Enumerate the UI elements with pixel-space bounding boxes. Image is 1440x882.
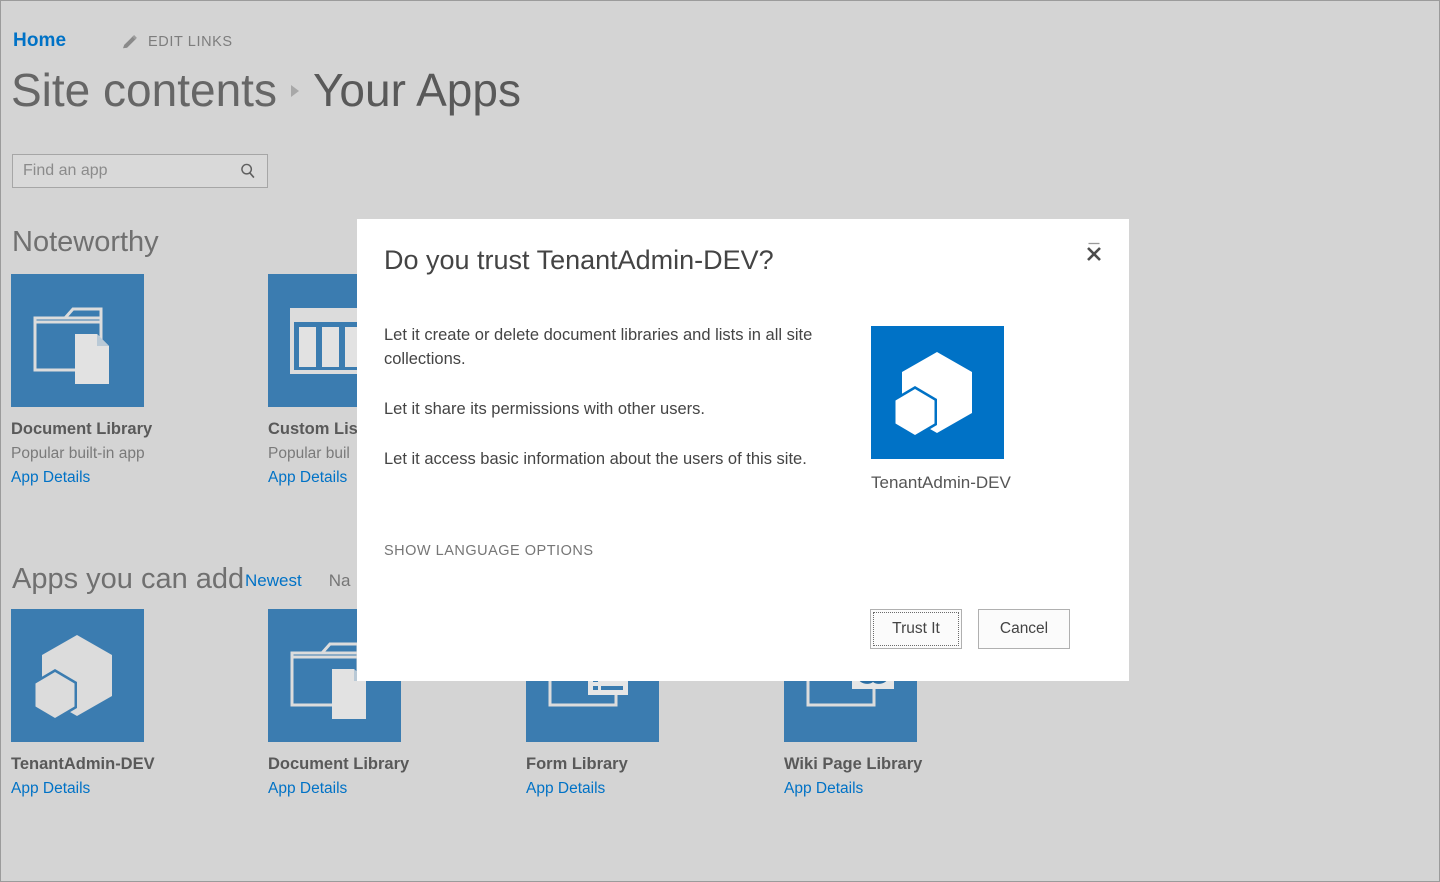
dialog-app-preview: TenantAdmin-DEV xyxy=(871,326,1071,493)
close-icon[interactable] xyxy=(1079,237,1109,267)
pencil-icon xyxy=(123,35,137,49)
dialog-permissions-list: Let it create or delete document librari… xyxy=(384,324,834,472)
cancel-button[interactable]: Cancel xyxy=(978,609,1070,649)
app-details-link[interactable]: App Details xyxy=(11,469,211,487)
tenantadmin-hexagon-icon xyxy=(871,326,1004,459)
app-details-link[interactable]: App Details xyxy=(11,780,211,798)
page-title: Site contents Your Apps xyxy=(11,63,521,117)
document-library-icon xyxy=(11,274,144,407)
noteworthy-section-heading: Noteworthy xyxy=(12,226,159,258)
app-details-link[interactable]: App Details xyxy=(268,780,468,798)
edit-links-label: EDIT LINKS xyxy=(148,34,233,50)
app-tile-name: Document Library xyxy=(11,420,153,438)
app-tile-subtitle: Popular built-in app xyxy=(11,445,145,462)
page-title-parent[interactable]: Site contents xyxy=(11,63,277,117)
app-tile-document-library-noteworthy[interactable]: Document Library Popular built-in app Ap… xyxy=(11,274,211,487)
search-icon[interactable] xyxy=(238,160,258,182)
dialog-button-row: Trust It Cancel xyxy=(870,609,1070,649)
trust-it-button[interactable]: Trust It xyxy=(870,609,962,649)
sharepoint-your-apps-page: Home EDIT LINKS Site contents Your Apps … xyxy=(0,0,1440,882)
app-details-link[interactable]: App Details xyxy=(784,780,984,798)
dialog-app-name: TenantAdmin-DEV xyxy=(871,473,1011,492)
sort-links: Newest Na xyxy=(245,571,350,591)
apps-you-can-add-heading: Apps you can add xyxy=(12,563,245,595)
permission-item: Let it share its permissions with other … xyxy=(384,399,705,418)
tenantadmin-hexagon-icon xyxy=(11,609,144,742)
breadcrumb-home-link[interactable]: Home xyxy=(13,30,66,52)
app-search-box[interactable] xyxy=(12,154,268,188)
chevron-right-icon xyxy=(290,85,299,97)
show-language-options-link[interactable]: SHOW LANGUAGE OPTIONS xyxy=(384,543,594,559)
trust-app-dialog: Do you trust TenantAdmin-DEV? Let it cre… xyxy=(357,219,1129,681)
permission-item: Let it create or delete document librari… xyxy=(384,326,813,368)
app-tile-name: TenantAdmin-DEV xyxy=(11,755,155,773)
app-tile-tenantadmin-dev[interactable]: TenantAdmin-DEV App Details xyxy=(11,609,211,798)
dialog-title: Do you trust TenantAdmin-DEV? xyxy=(384,245,774,275)
top-navigation-bar: Home EDIT LINKS xyxy=(1,1,1439,63)
page-title-current: Your Apps xyxy=(312,64,521,116)
app-tile-name: Document Library xyxy=(268,755,410,773)
search-input[interactable] xyxy=(13,155,238,187)
edit-links-button[interactable]: EDIT LINKS xyxy=(121,33,233,51)
app-tile-name: Wiki Page Library xyxy=(784,755,923,773)
sort-link-newest[interactable]: Newest xyxy=(245,571,302,591)
app-tile-name: Form Library xyxy=(526,755,628,773)
permission-item: Let it access basic information about th… xyxy=(384,449,807,468)
app-details-link[interactable]: App Details xyxy=(526,780,726,798)
